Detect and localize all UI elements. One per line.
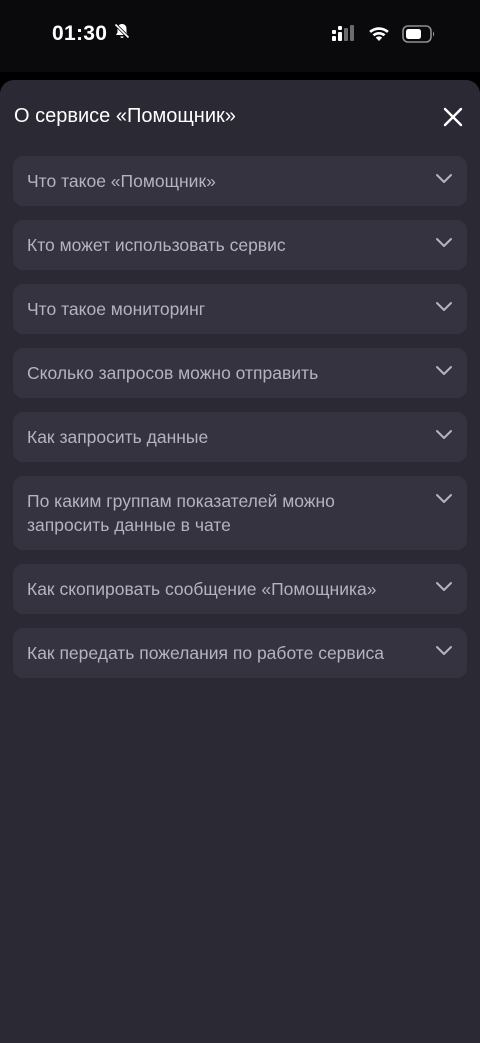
- faq-list: Что такое «Помощник» Кто может использов…: [13, 156, 467, 678]
- faq-item-request-limit[interactable]: Сколько запросов можно отправить: [13, 348, 467, 398]
- faq-question: Что такое «Помощник»: [27, 171, 216, 191]
- chevron-down-icon: [436, 174, 452, 183]
- chevron-down-icon: [436, 238, 452, 247]
- status-time-text: 01:30: [52, 22, 108, 45]
- chevron-down-icon: [436, 302, 452, 311]
- chevron-down-icon: [436, 430, 452, 439]
- close-icon: [443, 107, 463, 127]
- faq-question: Кто может использовать сервис: [27, 235, 286, 255]
- chevron-down-icon: [436, 646, 452, 655]
- faq-question: Как запросить данные: [27, 427, 209, 447]
- chevron-down-icon: [436, 582, 452, 591]
- about-service-sheet: О сервисе «Помощник» Что такое «Помощник…: [0, 80, 480, 1043]
- faq-item-what-is-monitoring[interactable]: Что такое мониторинг: [13, 284, 467, 334]
- cellular-signal-icon: [332, 25, 356, 48]
- chevron-down-icon: [436, 494, 452, 503]
- faq-question: Как скопировать сообщение «Помощника»: [27, 579, 377, 599]
- faq-question: Что такое мониторинг: [27, 299, 206, 319]
- close-button[interactable]: [440, 104, 466, 130]
- faq-item-indicator-groups[interactable]: По каким группам показателей можно запро…: [13, 476, 467, 550]
- wifi-icon: [368, 26, 390, 47]
- faq-question: Сколько запросов можно отправить: [27, 363, 319, 383]
- faq-question: Как передать пожелания по работе сервиса: [27, 643, 384, 663]
- faq-item-how-to-request-data[interactable]: Как запросить данные: [13, 412, 467, 462]
- bell-slash-icon: [113, 22, 131, 46]
- faq-item-copy-message[interactable]: Как скопировать сообщение «Помощника»: [13, 564, 467, 614]
- faq-item-who-can-use[interactable]: Кто может использовать сервис: [13, 220, 467, 270]
- status-icons: [332, 25, 436, 48]
- battery-icon: [402, 25, 436, 48]
- status-bar: 01:30: [0, 0, 480, 72]
- chevron-down-icon: [436, 366, 452, 375]
- faq-item-send-feedback[interactable]: Как передать пожелания по работе сервиса: [13, 628, 467, 678]
- faq-item-what-is-assistant[interactable]: Что такое «Помощник»: [13, 156, 467, 206]
- status-time: 01:30: [52, 22, 131, 46]
- faq-question: По каким группам показателей можно запро…: [27, 491, 335, 535]
- sheet-title: О сервисе «Помощник»: [14, 105, 236, 127]
- sheet-header: О сервисе «Помощник»: [0, 80, 480, 152]
